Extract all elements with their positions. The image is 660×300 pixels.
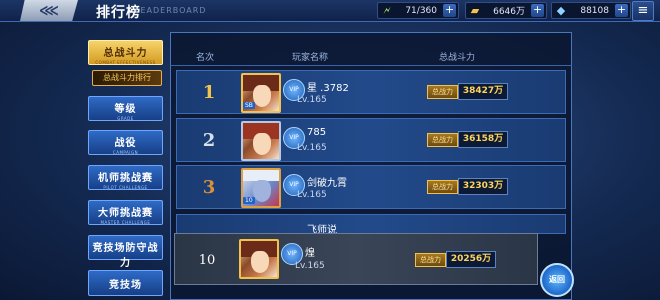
my-rank-row[interactable]: 10 VIP 煌 Lv.165 总战力 20256万 [174,233,538,285]
table-row[interactable]: 飞师说 [176,214,566,234]
power-tag: 总战力 [415,253,446,267]
column-header-power: 总战斗力 [439,53,476,63]
player-level: Lv.165 [297,95,327,105]
vip-tag: SB [243,102,255,109]
tab-master-challenge[interactable]: 大师挑战赛 MASTER CHALLENGE [88,200,163,225]
energy-icon: 🗲 [383,3,391,17]
tab-label: 等级 [114,104,137,115]
silver-rank-badge-icon: 2 [191,125,227,155]
top-bar: ⋘ 排行榜 LEADERBOARD 🗲 71/360 + ▰ 6646万 + ◆… [0,0,660,22]
back-arrow-button[interactable]: ⋘ [20,0,78,21]
rank-number: 3 [202,176,216,198]
add-energy-button[interactable]: + [443,4,456,17]
rank-number: 2 [202,129,216,151]
gold-icon: ▰ [470,4,480,17]
tab-arena-defense[interactable]: 竞技场防守战力 ARENA DEFENSIVE COMBAT POWER [88,235,163,280]
diamond-value: 88108 [580,5,609,16]
player-name: 785 [307,127,327,138]
power-value: 38427万 [458,83,508,100]
table-row[interactable]: 2 VIP 785 Lv.165 总战力 36158万 [176,118,566,162]
player-name: 星 .3782 [307,83,349,94]
tab-label: 竞技场防守战力 [92,243,159,269]
player-avatar[interactable] [241,121,281,161]
vip-tag: 10 [243,197,255,204]
gold-value: 6646万 [493,7,525,17]
tab-label: 战役 [114,138,137,149]
player-level: Lv.165 [297,143,327,153]
tab-sublabel: CAMPAIGN [112,150,139,155]
tab-sublabel: COMBAT EFFECTIVENESS [95,60,156,65]
column-header-player: 玩家名称 [292,53,329,63]
tab-sublabel: PILOT CHALLENGE [103,185,148,190]
table-row[interactable]: 3 10 VIP 剑破九霄 Lv.165 总战力 32303万 [176,165,566,209]
back-arrow-icon: ⋘ [39,2,59,19]
tab-sublabel: GRADE [117,116,134,121]
power-value: 20256万 [446,251,496,268]
tab-arena[interactable]: 竞技场 [88,270,163,296]
tab-label: 竞技场 [109,280,142,291]
gold-rank-badge-icon: 1 [191,77,227,107]
energy-resource: 🗲 71/360 + [377,2,459,19]
power-value: 32303万 [458,178,508,195]
header-divider [170,65,572,66]
tab-label: 机师挑战赛 [98,173,153,184]
tab-sublabel: MASTER CHALLENGE [100,220,151,225]
power-tag: 总战力 [427,85,458,99]
rank-number: 1 [202,81,216,103]
player-name: 剑破九霄 [307,178,347,189]
tab-pilot-challenge[interactable]: 机师挑战赛 PILOT CHALLENGE [88,165,163,190]
table-row[interactable]: 1 SB VIP 星 .3782 Lv.165 总战力 38427万 [176,70,566,114]
tab-label: 大师挑战赛 [98,208,153,219]
bronze-rank-badge-icon: 3 [191,172,227,202]
player-level: Lv.165 [297,190,327,200]
add-diamond-button[interactable]: + [615,4,628,17]
player-name: 煌 [305,248,315,259]
gold-resource: ▰ 6646万 + [465,2,547,19]
tab-campaign[interactable]: 战役 CAMPAIGN [88,130,163,155]
diamond-resource: ◆ 88108 + [551,2,631,19]
tab-label: 总战斗力 [103,48,148,59]
player-level: Lv.165 [295,261,325,271]
tab-total-combat[interactable]: 总战斗力 COMBAT EFFECTIVENESS [88,40,163,65]
rank-number: 10 [198,252,216,268]
diamond-icon: ◆ [556,4,566,17]
subtab-total-combat-ranking[interactable]: 总战斗力排行 [92,70,162,86]
return-button[interactable]: 返回 [540,263,574,297]
tab-grade[interactable]: 等级 GRADE [88,96,163,121]
energy-value: 71/360 [405,5,437,16]
power-tag: 总战力 [427,133,458,147]
column-header-rank: 名次 [196,53,215,63]
my-rank: 10 [189,245,225,275]
page-subtitle: LEADERBOARD [135,6,207,15]
player-avatar[interactable] [239,239,279,279]
power-value: 36158万 [458,131,508,148]
menu-icon[interactable]: ≡ [632,1,654,21]
power-tag: 总战力 [427,180,458,194]
add-gold-button[interactable]: + [531,4,544,17]
